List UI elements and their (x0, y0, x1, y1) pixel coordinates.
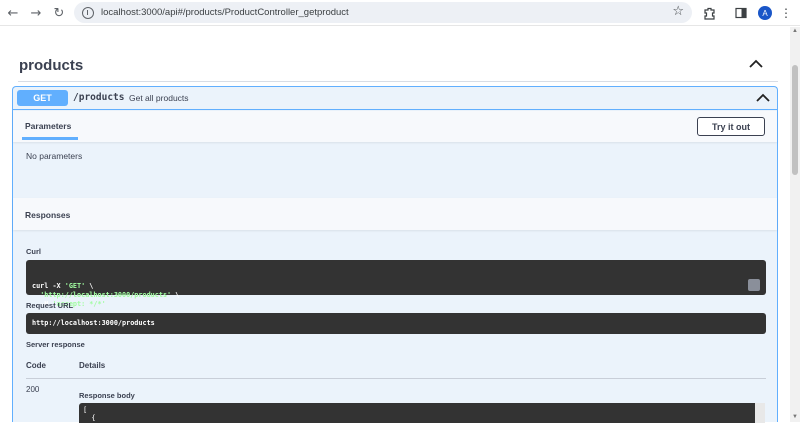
try-it-out-button[interactable]: Try it out (697, 117, 765, 136)
profile-avatar[interactable]: A (758, 6, 772, 20)
address-bar[interactable]: localhost:3000/api#/products/ProductCont… (74, 2, 692, 23)
operation-summary[interactable]: GET /products Get all products (13, 87, 777, 110)
column-code: Code (26, 361, 46, 370)
curl-line: -H 'accept: */*' (32, 300, 106, 308)
request-url-label: Request URL (26, 301, 74, 310)
operation-path: /products (73, 92, 125, 103)
site-info-icon[interactable] (82, 6, 94, 19)
scrollbar-thumb[interactable] (792, 65, 798, 175)
parameters-header: Parameters Try it out (13, 111, 777, 142)
tab-active-indicator (22, 137, 78, 140)
request-url-block[interactable]: http://localhost:3000/products (26, 313, 766, 334)
no-parameters-text: No parameters (26, 151, 83, 161)
response-table-header: Code Details (26, 357, 766, 379)
browser-toolbar: ← → ↻ localhost:3000/api#/products/Produ… (0, 0, 800, 26)
response-body-block[interactable]: [ { (79, 403, 765, 423)
chevron-up-icon[interactable] (755, 90, 771, 106)
curl-label: Curl (26, 247, 41, 256)
response-code: 200 (26, 385, 40, 394)
scroll-up-icon[interactable]: ▲ (792, 28, 798, 34)
back-icon[interactable]: ← (4, 4, 22, 22)
curl-line: 'http://localhost:3000/products' \ (40, 291, 180, 299)
tag-title: products (19, 57, 84, 74)
extensions-icon[interactable] (701, 5, 717, 21)
operation-description: Get all products (129, 93, 189, 103)
column-details: Details (79, 361, 106, 370)
responses-title: Responses (25, 210, 71, 220)
response-body-line: [ (83, 406, 88, 414)
url-text[interactable]: localhost:3000/api#/products/ProductCont… (101, 7, 349, 18)
operation-block: GET /products Get all products Parameter… (12, 86, 778, 423)
response-body-line: { (83, 414, 96, 422)
response-body-label: Response body (79, 391, 135, 400)
side-panel-icon[interactable] (733, 5, 749, 21)
bookmark-star-icon[interactable]: ☆ (672, 4, 684, 19)
tab-parameters[interactable]: Parameters (25, 121, 71, 131)
responses-header: Responses (13, 198, 777, 230)
forward-icon[interactable]: → (27, 4, 45, 22)
copy-icon[interactable] (748, 279, 760, 291)
curl-line: curl -X 'GET' \ (32, 282, 94, 290)
response-body-scrollbar[interactable] (755, 403, 765, 423)
tag-section-header[interactable]: products (18, 50, 778, 82)
page-scrollbar[interactable]: ▲ ▼ (790, 27, 800, 422)
chevron-up-icon[interactable] (748, 56, 764, 72)
menu-dots-icon[interactable]: ⋮ (778, 5, 794, 21)
reload-icon[interactable]: ↻ (50, 4, 68, 22)
server-response-label: Server response (26, 340, 85, 349)
curl-code-block[interactable]: curl -X 'GET' \ 'http://localhost:3000/p… (26, 260, 766, 308)
method-badge: GET (17, 90, 68, 106)
scroll-down-icon[interactable]: ▼ (792, 414, 798, 420)
